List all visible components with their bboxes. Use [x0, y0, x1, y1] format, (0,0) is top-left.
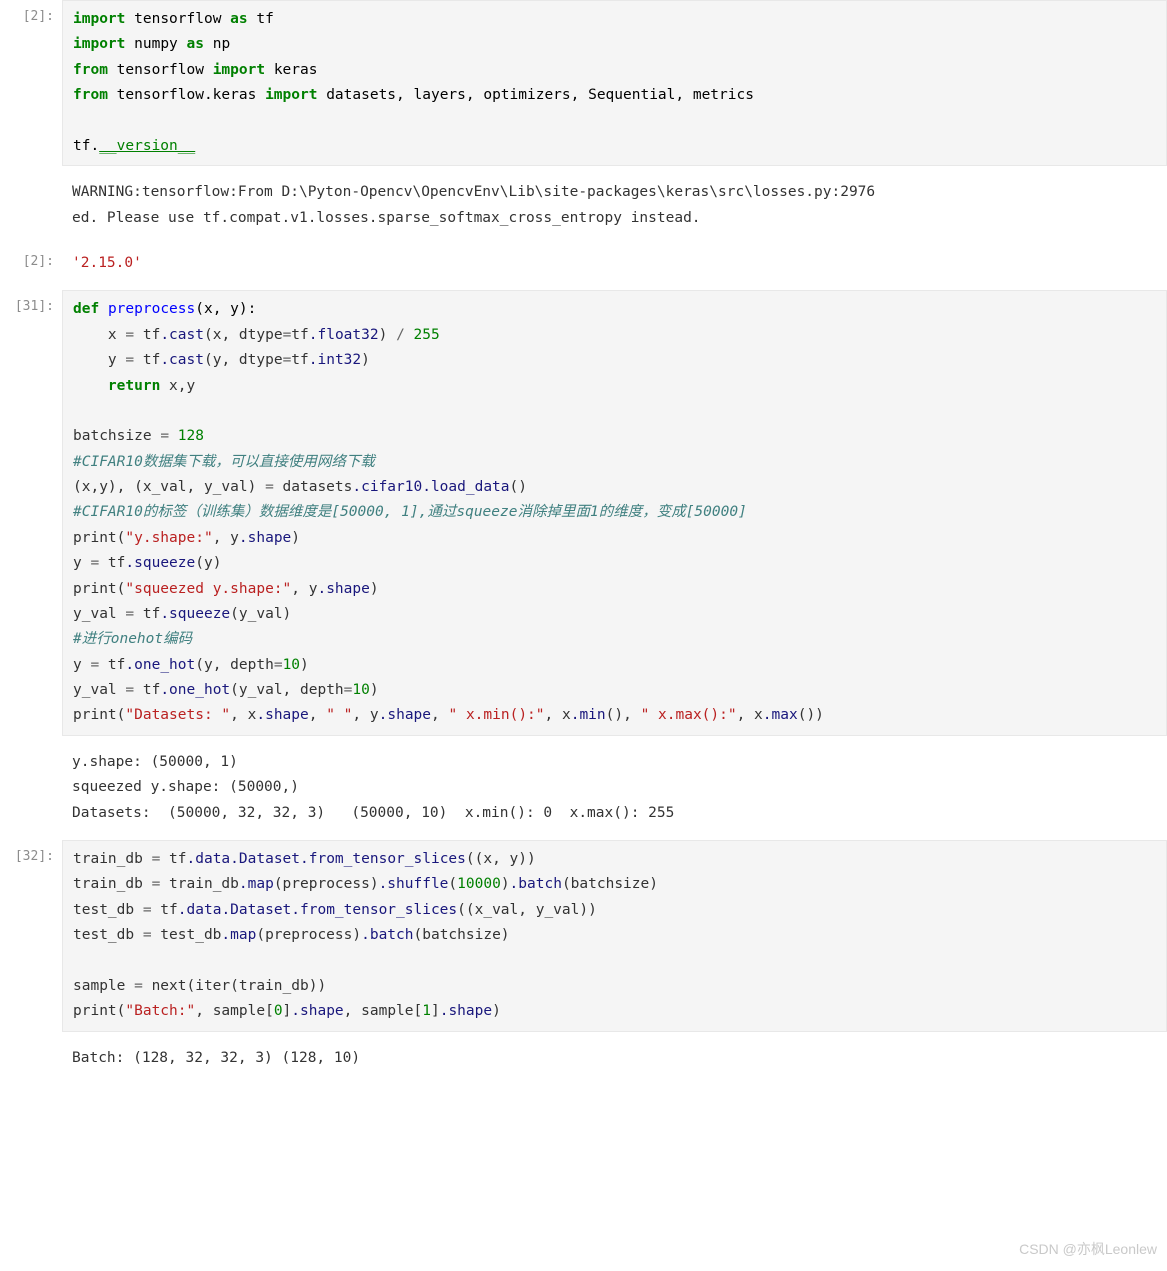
output-cell: y.shape: (50000, 1) squeezed y.shape: (5…	[0, 744, 1167, 832]
stdout-output: y.shape: (50000, 1) squeezed y.shape: (5…	[62, 744, 1167, 832]
watermark: CSDN @亦枫Leonlew	[1019, 1237, 1157, 1262]
code-cell: [31]: def preprocess(x, y): x = tf.cast(…	[0, 290, 1167, 735]
stderr-output: WARNING:tensorflow:From D:\Pyton-Opencv\…	[62, 174, 1167, 237]
output-prompt: [2]:	[0, 245, 62, 282]
output-prompt-empty	[0, 174, 62, 237]
code-input[interactable]: def preprocess(x, y): x = tf.cast(x, dty…	[62, 290, 1167, 735]
result-cell: [2]: '2.15.0'	[0, 245, 1167, 282]
code-cell: [32]: train_db = tf.data.Dataset.from_te…	[0, 840, 1167, 1032]
code-input[interactable]: train_db = tf.data.Dataset.from_tensor_s…	[62, 840, 1167, 1032]
code-cell: [2]: import tensorflow as tf import nump…	[0, 0, 1167, 166]
input-prompt: [32]:	[0, 840, 62, 1032]
input-prompt: [31]:	[0, 290, 62, 735]
execute-result: '2.15.0'	[62, 245, 1167, 282]
output-prompt-empty	[0, 1040, 62, 1077]
output-prompt-empty	[0, 744, 62, 832]
jupyter-notebook: [2]: import tensorflow as tf import nump…	[0, 0, 1167, 1077]
code-input[interactable]: import tensorflow as tf import numpy as …	[62, 0, 1167, 166]
output-cell: Batch: (128, 32, 32, 3) (128, 10)	[0, 1040, 1167, 1077]
output-cell: WARNING:tensorflow:From D:\Pyton-Opencv\…	[0, 174, 1167, 237]
input-prompt: [2]:	[0, 0, 62, 166]
stdout-output: Batch: (128, 32, 32, 3) (128, 10)	[62, 1040, 1167, 1077]
